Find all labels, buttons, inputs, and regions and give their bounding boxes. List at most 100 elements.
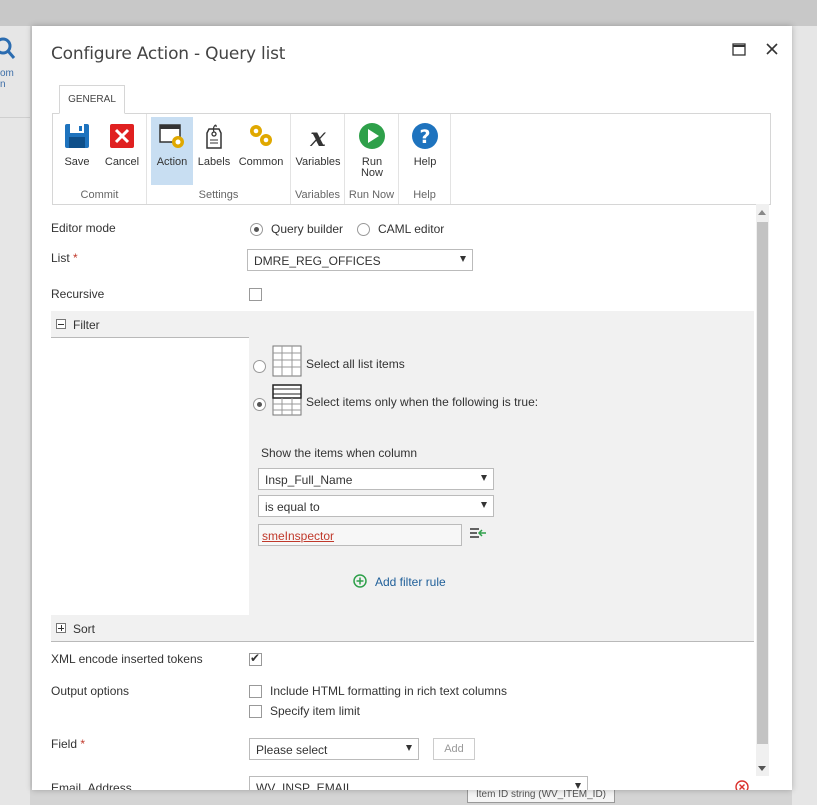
list-grid-icon: [272, 345, 302, 377]
chevron-down-icon: [575, 783, 581, 789]
sort-section-header[interactable]: Sort: [51, 615, 754, 642]
ribbon-group-variables: x Variables Variables: [291, 114, 345, 204]
select-all-radio[interactable]: [253, 360, 266, 373]
list-label-text: List: [51, 251, 70, 265]
recursive-checkbox[interactable]: [249, 288, 262, 301]
add-field-button[interactable]: Add: [433, 738, 475, 760]
query-builder-option[interactable]: Query builder: [271, 222, 343, 236]
chevron-down-icon: [460, 256, 466, 262]
tag-icon: [206, 124, 222, 149]
save-label: Save: [64, 156, 90, 168]
field-select-value: Please select: [256, 743, 328, 757]
close-icon[interactable]: [764, 41, 780, 57]
select-all-label[interactable]: Select all list items: [306, 357, 405, 371]
save-icon: [65, 124, 89, 148]
select-when-label[interactable]: Select items only when the following is …: [306, 395, 538, 409]
email-address-select[interactable]: WV_INSP_EMAIL: [249, 776, 588, 790]
email-address-value: WV_INSP_EMAIL: [256, 781, 353, 790]
scroll-up-icon[interactable]: [758, 210, 766, 215]
field-label: Field *: [51, 737, 85, 751]
background-left-text-2: n: [0, 79, 6, 90]
field-select[interactable]: Please select: [249, 738, 419, 760]
caml-editor-option[interactable]: CAML editor: [378, 222, 444, 236]
scrollbar-thumb[interactable]: [757, 222, 768, 744]
scroll-down-icon[interactable]: [758, 766, 766, 771]
run-now-label-2: Now: [360, 167, 383, 179]
labels-label: Labels: [197, 156, 231, 168]
variables-button[interactable]: x Variables: [294, 117, 342, 185]
filter-section-title: Filter: [73, 318, 100, 332]
filter-value-token[interactable]: smeInspector: [262, 529, 334, 543]
filter-operator-value: is equal to: [265, 500, 320, 514]
filter-section-header[interactable]: Filter: [51, 311, 754, 338]
save-button[interactable]: Save: [57, 117, 97, 185]
cancel-label: Cancel: [104, 156, 140, 168]
include-html-label[interactable]: Include HTML formatting in rich text col…: [270, 684, 507, 698]
xml-encode-label: XML encode inserted tokens: [51, 652, 203, 666]
background-left-panel: [0, 26, 30, 805]
cancel-button[interactable]: Cancel: [100, 117, 144, 185]
filter-column-value: Insp_Full_Name: [265, 473, 353, 487]
chevron-down-icon: [406, 745, 412, 751]
filter-value-input[interactable]: smeInspector: [258, 524, 462, 546]
ribbon-group-run-now: Run Now Run Now: [345, 114, 399, 204]
output-options-label: Output options: [51, 684, 130, 698]
dialog-title: Configure Action - Query list: [51, 44, 286, 64]
specify-limit-label[interactable]: Specify item limit: [270, 704, 360, 718]
expand-icon[interactable]: [56, 623, 66, 633]
help-button[interactable]: ? Help: [402, 117, 448, 185]
list-required-mark: *: [73, 251, 78, 265]
maximize-icon[interactable]: [732, 43, 746, 57]
configure-action-dialog: Configure Action - Query list GENERAL Sa…: [32, 26, 792, 790]
filtered-grid-icon: [272, 384, 302, 416]
ribbon-group-settings-label: Settings: [198, 189, 239, 201]
svg-text:x: x: [309, 123, 326, 151]
add-filter-rule-link[interactable]: Add filter rule: [375, 575, 446, 589]
caml-editor-radio[interactable]: [357, 223, 370, 236]
ribbon-group-help-label: Help: [413, 189, 436, 201]
show-items-label: Show the items when column: [261, 446, 418, 460]
collapse-icon[interactable]: [56, 319, 66, 329]
variables-label: Variables: [295, 156, 341, 168]
select-when-radio[interactable]: [253, 398, 266, 411]
email-address-label: Email_Address: [51, 781, 132, 790]
ribbon-group-help: ? Help Help: [399, 114, 451, 204]
sort-section-title: Sort: [73, 622, 96, 636]
ribbon-group-variables-label: Variables: [294, 189, 341, 201]
list-select-value: DMRE_REG_OFFICES: [254, 254, 381, 268]
background-right-panel: [792, 26, 817, 805]
ribbon: Save Cancel Commit Action Labels Common …: [52, 113, 771, 205]
field-required-mark: *: [80, 737, 86, 751]
run-now-button[interactable]: Run Now: [348, 117, 396, 185]
help-label: Help: [413, 156, 437, 168]
gears-icon: [250, 125, 272, 146]
common-button[interactable]: Common: [235, 117, 287, 185]
background-left-text-1: om: [0, 68, 14, 79]
tab-general[interactable]: GENERAL: [59, 85, 125, 114]
filter-operator-select[interactable]: is equal to: [258, 495, 494, 517]
svg-text:?: ?: [419, 126, 430, 148]
action-button[interactable]: Action: [151, 117, 193, 185]
ribbon-group-commit-label: Commit: [80, 189, 119, 201]
add-circle-icon[interactable]: [353, 574, 367, 588]
insert-reference-icon[interactable]: [469, 527, 487, 541]
cancel-icon: [110, 124, 134, 148]
xml-encode-checkbox[interactable]: [249, 651, 262, 666]
run-now-label: Run Now: [348, 157, 396, 179]
filter-column-select[interactable]: Insp_Full_Name: [258, 468, 494, 490]
help-icon: ?: [412, 123, 438, 149]
list-label: List *: [51, 251, 78, 265]
ribbon-group-commit: Save Cancel Commit: [53, 114, 147, 204]
specify-limit-checkbox[interactable]: [249, 705, 262, 718]
query-builder-radio[interactable]: [250, 223, 263, 236]
include-html-checkbox[interactable]: [249, 685, 262, 698]
recursive-label: Recursive: [51, 287, 105, 301]
filter-panel: Select all list items Select items only …: [249, 337, 754, 615]
labels-button[interactable]: Labels: [196, 117, 232, 185]
remove-circle-icon[interactable]: [735, 780, 749, 790]
editor-mode-label: Editor mode: [51, 221, 116, 235]
variable-x-icon: x: [309, 123, 326, 151]
list-select[interactable]: DMRE_REG_OFFICES: [247, 249, 473, 271]
chevron-down-icon: [481, 502, 487, 508]
background-left-text: om n: [0, 68, 14, 90]
